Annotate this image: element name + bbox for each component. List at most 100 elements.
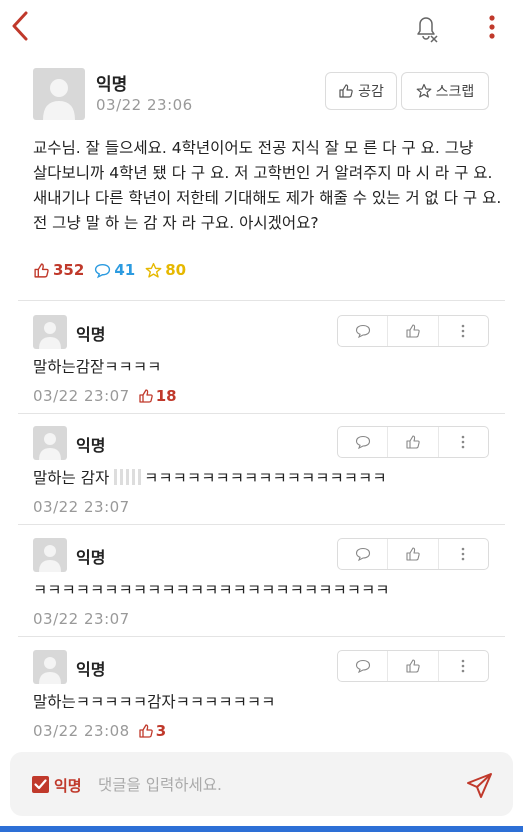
speech-bubble-icon — [95, 263, 111, 278]
default-avatar-icon — [39, 657, 61, 684]
comment-timestamp: 03/22 23:08 — [33, 722, 130, 740]
like-comment-button[interactable] — [387, 539, 437, 569]
scrap-count: 80 — [165, 261, 187, 279]
default-avatar-icon — [43, 79, 75, 120]
like-count-stat: 352 — [33, 261, 84, 279]
comment-meta: 03/22 23:08 3 — [33, 722, 166, 740]
comment-more-button[interactable] — [437, 539, 488, 569]
default-avatar-icon — [39, 322, 61, 349]
speech-bubble-icon — [355, 659, 370, 674]
comment-text: ㅋㅋㅋㅋㅋㅋㅋㅋㅋㅋㅋㅋㅋㅋㅋㅋㅋㅋㅋㅋㅋㅋㅋㅋㅋ — [33, 581, 390, 599]
like-comment-button[interactable] — [387, 316, 437, 346]
default-avatar-icon — [39, 433, 61, 460]
comment-avatar — [33, 315, 67, 349]
comment-actions — [337, 315, 489, 347]
reply-button[interactable] — [338, 539, 387, 569]
notification-off-button[interactable] — [410, 12, 442, 44]
thumbs-up-icon — [406, 547, 420, 561]
thumbs-up-icon — [406, 435, 420, 449]
comment-like-value: 3 — [155, 722, 167, 740]
post-timestamp: 03/22 23:06 — [96, 96, 193, 114]
comment-timestamp: 03/22 23:07 — [33, 610, 130, 628]
comment-meta: 03/22 23:07 18 — [33, 387, 177, 405]
comment-text: 말하는감잗ㅋㅋㅋㅋ — [33, 358, 162, 376]
post-divider — [18, 300, 505, 301]
comment-count: 41 — [114, 261, 136, 279]
thumbs-up-icon — [139, 389, 153, 403]
send-button[interactable] — [465, 770, 495, 800]
more-options-button[interactable] — [482, 12, 502, 42]
top-bar — [0, 0, 523, 54]
anonymous-label: 익명 — [54, 777, 82, 795]
post-author: 익명 — [96, 75, 128, 95]
comment-actions — [337, 538, 489, 570]
checkmark-icon — [34, 779, 47, 790]
comment-actions — [337, 426, 489, 458]
speech-bubble-icon — [355, 324, 370, 339]
like-comment-button[interactable] — [387, 651, 437, 681]
star-icon — [145, 262, 162, 278]
comment-count-stat: 41 — [94, 261, 135, 279]
thumbs-up-icon — [34, 262, 49, 278]
reply-button[interactable] — [338, 427, 387, 457]
vertical-dots-icon — [462, 659, 465, 673]
comment-avatar — [33, 426, 67, 460]
reply-button[interactable] — [338, 651, 387, 681]
comment-author: 익명 — [76, 660, 106, 679]
anonymous-checkbox[interactable] — [32, 776, 49, 793]
comment-timestamp: 03/22 23:07 — [33, 498, 130, 516]
comment-author: 익명 — [76, 325, 106, 344]
comment-divider — [18, 413, 505, 414]
comment-timestamp: 03/22 23:07 — [33, 387, 130, 405]
thumbs-up-icon — [406, 659, 420, 673]
comment-like-count: 3 — [138, 722, 166, 740]
vertical-dots-icon — [489, 15, 495, 39]
comment-like-count: 18 — [138, 387, 177, 405]
comment-more-button[interactable] — [437, 316, 488, 346]
comment-meta: 03/22 23:07 — [33, 610, 130, 628]
comment-text: 말하는ㅋㅋㅋㅋㅋ감자ㅋㅋㅋㅋㅋㅋㅋ — [33, 693, 276, 711]
chevron-left-icon — [12, 11, 28, 41]
thumbs-up-icon — [139, 724, 153, 738]
default-avatar-icon — [39, 545, 61, 572]
like-post-label: 공감 — [358, 84, 384, 100]
comment-meta: 03/22 23:07 — [33, 498, 130, 516]
thumbs-up-icon — [339, 84, 353, 98]
censored-text-mark — [114, 469, 145, 485]
speech-bubble-icon — [355, 435, 370, 450]
comment-more-button[interactable] — [437, 427, 488, 457]
send-icon — [467, 773, 492, 798]
comment-text-before: 말하는 감자 — [33, 469, 115, 487]
scrap-label: 스크랩 — [435, 84, 475, 100]
star-icon — [416, 83, 432, 98]
reply-button[interactable] — [338, 316, 387, 346]
thumbs-up-icon — [406, 324, 420, 338]
like-comment-button[interactable] — [387, 427, 437, 457]
comment-like-value: 18 — [155, 387, 177, 405]
comment-input-bar: 익명 — [10, 752, 513, 816]
back-button[interactable] — [6, 8, 36, 44]
comment-avatar — [33, 650, 67, 684]
comment-avatar — [33, 538, 67, 572]
post-body: 교수님. 잘 들으세요. 4학년이어도 전공 지식 잘 모 른 다 구 요. 그… — [33, 139, 502, 232]
speech-bubble-icon — [355, 547, 370, 562]
post-avatar — [33, 68, 85, 120]
comment-divider — [18, 636, 505, 637]
comment-actions — [337, 650, 489, 682]
bell-off-icon — [417, 17, 438, 43]
vertical-dots-icon — [462, 547, 465, 561]
bottom-edge-line — [0, 826, 523, 832]
comment-input[interactable] — [98, 768, 438, 802]
comment-more-button[interactable] — [437, 651, 488, 681]
vertical-dots-icon — [462, 435, 465, 449]
like-count: 352 — [53, 261, 85, 279]
comment-author: 익명 — [76, 548, 106, 567]
comment-divider — [18, 524, 505, 525]
post-stats: 352 41 80 — [33, 261, 186, 279]
comment-text-after: ㅋㅋㅋㅋㅋㅋㅋㅋㅋㅋㅋㅋㅋㅋㅋㅋㅋ — [144, 469, 387, 487]
scrap-count-stat: 80 — [145, 261, 186, 279]
scrap-button[interactable]: 스크랩 — [401, 72, 489, 110]
like-post-button[interactable]: 공감 — [325, 72, 397, 110]
comment-author: 익명 — [76, 436, 106, 455]
vertical-dots-icon — [462, 324, 465, 338]
